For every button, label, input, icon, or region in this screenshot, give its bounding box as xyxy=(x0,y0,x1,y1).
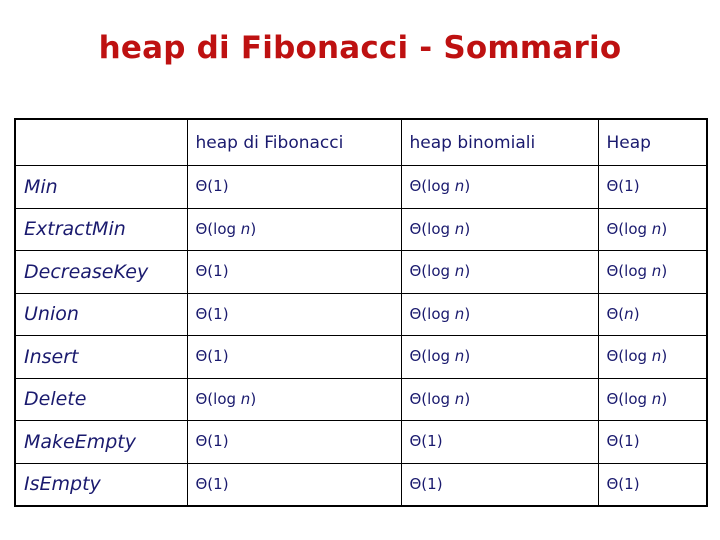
slide: heap di Fibonacci - Sommario heap di Fib… xyxy=(0,0,720,540)
complexity-value: Θ(log n) xyxy=(195,389,257,408)
table-cell-heap: Θ(log n) xyxy=(597,377,708,421)
complexity-value: Θ(1) xyxy=(409,432,443,451)
operation-label: IsEmpty xyxy=(24,473,101,496)
table-row: DecreaseKey Θ(1) Θ(log n) Θ(log n) xyxy=(14,250,708,294)
table-cell-fibonacci: Θ(1) xyxy=(186,420,402,464)
complexity-value: Θ(1) xyxy=(195,262,229,281)
table-row: Insert Θ(1) Θ(log n) Θ(log n) xyxy=(14,335,708,379)
table-cell-operation: MakeEmpty xyxy=(14,420,188,464)
table-header-cell: heap di Fibonacci xyxy=(186,118,402,166)
table-cell-binomial: Θ(log n) xyxy=(400,292,599,336)
complexity-value: Θ(log n) xyxy=(606,347,668,366)
table-cell-heap: Θ(1) xyxy=(597,462,708,507)
table-row: MakeEmpty Θ(1) Θ(1) Θ(1) xyxy=(14,420,708,464)
table-cell-binomial: Θ(log n) xyxy=(400,377,599,421)
operation-label: Union xyxy=(24,303,79,326)
table-cell-operation: IsEmpty xyxy=(14,462,188,507)
table-cell-fibonacci: Θ(1) xyxy=(186,462,402,507)
table-cell-binomial: Θ(log n) xyxy=(400,165,599,209)
table-cell-operation: Insert xyxy=(14,335,188,379)
table-cell-operation: ExtractMin xyxy=(14,207,188,251)
table-cell-fibonacci: Θ(log n) xyxy=(186,377,402,421)
table-cell-heap: Θ(log n) xyxy=(597,335,708,379)
complexity-value: Θ(1) xyxy=(606,474,640,493)
table-cell-fibonacci: Θ(1) xyxy=(186,165,402,209)
table-body: heap di Fibonacci heap binomiali Heap Min Θ(… xyxy=(14,118,708,507)
table-cell-heap: Θ(log n) xyxy=(597,250,708,294)
table-header-cell: Heap xyxy=(597,118,708,166)
table-row: Min Θ(1) Θ(log n) Θ(1) xyxy=(14,165,708,209)
complexity-value: Θ(log n) xyxy=(606,389,668,408)
table-header-label: Heap xyxy=(606,132,651,153)
table-cell-binomial: Θ(1) xyxy=(400,420,599,464)
complexity-value: Θ(log n) xyxy=(409,389,471,408)
table-cell-operation: Min xyxy=(14,165,188,209)
table-row: Delete Θ(log n) Θ(log n) Θ(log n) xyxy=(14,377,708,421)
operation-label: Min xyxy=(24,175,58,198)
table-cell-fibonacci: Θ(1) xyxy=(186,335,402,379)
complexity-summary-table: heap di Fibonacci heap binomiali Heap Min Θ(… xyxy=(14,118,708,507)
table-cell-heap: Θ(1) xyxy=(597,420,708,464)
complexity-value: Θ(log n) xyxy=(606,219,668,238)
table-row: Union Θ(1) Θ(log n) Θ(n) xyxy=(14,292,708,336)
table-header-label: heap binomiali xyxy=(409,132,536,153)
complexity-value: Θ(log n) xyxy=(195,219,257,238)
table-cell-fibonacci: Θ(1) xyxy=(186,292,402,336)
complexity-value: Θ(1) xyxy=(195,347,229,366)
table-cell-heap: Θ(1) xyxy=(597,165,708,209)
table-header-cell-blank xyxy=(14,118,188,166)
complexity-value: Θ(1) xyxy=(606,432,640,451)
table-header-label: heap di Fibonacci xyxy=(195,132,344,153)
table-header-row: heap di Fibonacci heap binomiali Heap xyxy=(14,118,708,166)
operation-label: ExtractMin xyxy=(24,218,126,241)
table-cell-heap: Θ(log n) xyxy=(597,207,708,251)
table-cell-operation: Union xyxy=(14,292,188,336)
operation-label: DecreaseKey xyxy=(24,260,149,283)
complexity-value: Θ(log n) xyxy=(409,177,471,196)
table-row: IsEmpty Θ(1) Θ(1) Θ(1) xyxy=(14,462,708,507)
complexity-value: Θ(log n) xyxy=(409,347,471,366)
summary-table-container: heap di Fibonacci heap binomiali Heap Min Θ(… xyxy=(14,118,708,507)
operation-label: Delete xyxy=(24,388,87,411)
complexity-value: Θ(log n) xyxy=(409,304,471,323)
table-cell-binomial: Θ(log n) xyxy=(400,207,599,251)
operation-label: Insert xyxy=(24,345,79,368)
table-cell-binomial: Θ(log n) xyxy=(400,250,599,294)
table-cell-fibonacci: Θ(log n) xyxy=(186,207,402,251)
complexity-value: Θ(1) xyxy=(195,474,229,493)
complexity-value: Θ(log n) xyxy=(409,262,471,281)
table-row: ExtractMin Θ(log n) Θ(log n) Θ(log n) xyxy=(14,207,708,251)
table-cell-heap: Θ(n) xyxy=(597,292,708,336)
complexity-value: Θ(1) xyxy=(409,474,443,493)
complexity-value: Θ(n) xyxy=(606,304,640,323)
table-cell-fibonacci: Θ(1) xyxy=(186,250,402,294)
table-cell-operation: DecreaseKey xyxy=(14,250,188,294)
complexity-value: Θ(1) xyxy=(195,304,229,323)
complexity-value: Θ(1) xyxy=(195,432,229,451)
table-header-cell: heap binomiali xyxy=(400,118,599,166)
table-cell-binomial: Θ(log n) xyxy=(400,335,599,379)
page-title: heap di Fibonacci - Sommario xyxy=(98,30,622,66)
complexity-value: Θ(1) xyxy=(606,177,640,196)
table-cell-operation: Delete xyxy=(14,377,188,421)
complexity-value: Θ(log n) xyxy=(606,262,668,281)
complexity-value: Θ(1) xyxy=(195,177,229,196)
table-cell-binomial: Θ(1) xyxy=(400,462,599,507)
operation-label: MakeEmpty xyxy=(24,430,136,453)
complexity-value: Θ(log n) xyxy=(409,219,471,238)
